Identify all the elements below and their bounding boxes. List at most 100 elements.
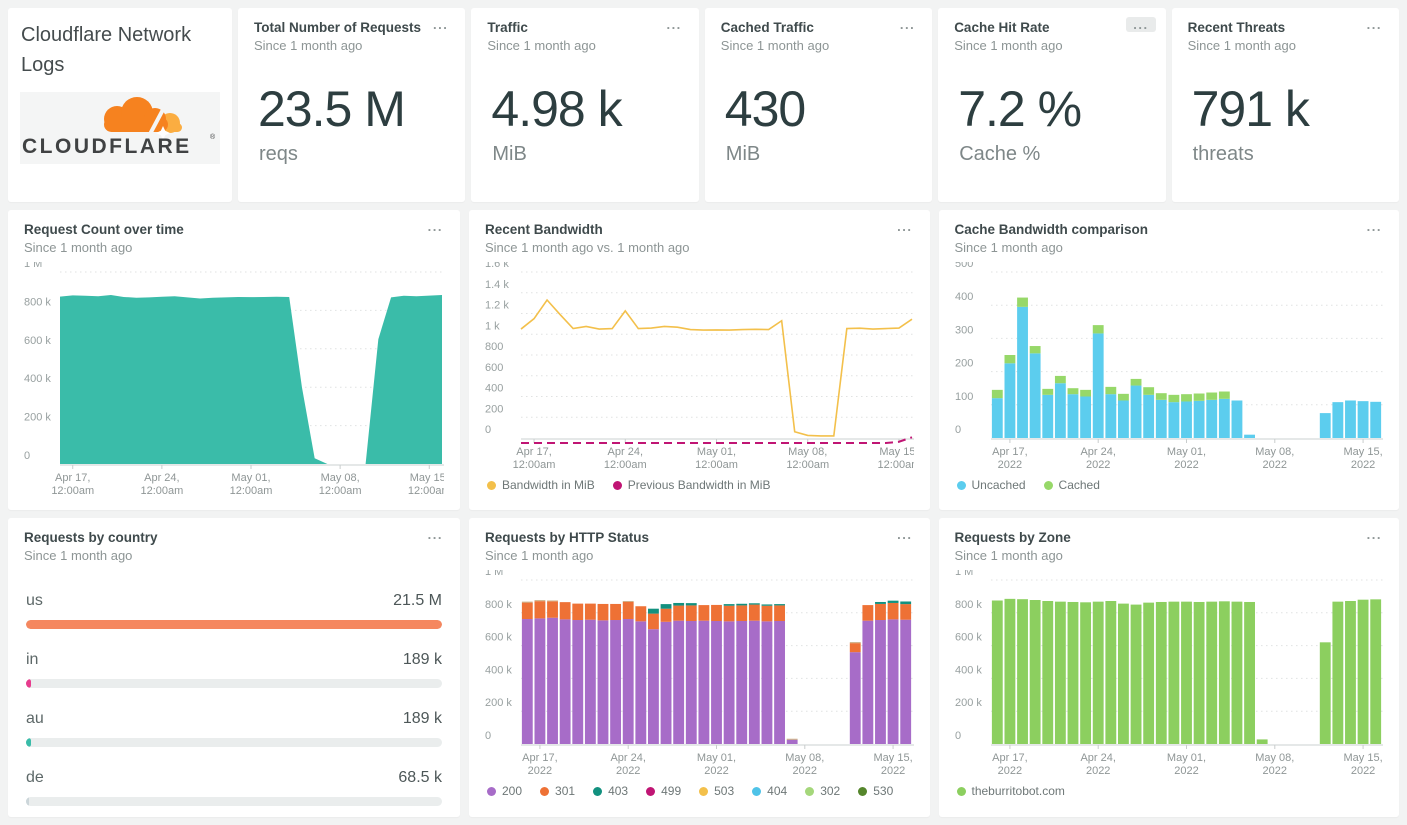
stat-row: Cloudflare Network Logs CLOUDFLARE ® Tot… — [8, 8, 1399, 202]
chart-legend: 200301403499503404302530526524 — [487, 784, 930, 817]
stat-unit: MiB — [725, 143, 761, 166]
svg-text:May 01,: May 01, — [231, 472, 270, 484]
legend-label: 200 — [502, 784, 523, 799]
stat-unit: threats — [1192, 143, 1254, 166]
card-menu-button[interactable]: ... — [893, 17, 922, 32]
svg-text:2022: 2022 — [1085, 459, 1109, 471]
legend-item[interactable]: Uncached — [956, 478, 1026, 493]
svg-text:200 k: 200 k — [955, 697, 982, 709]
stat-unit: Cache % — [959, 143, 1041, 166]
card-title: Traffic — [487, 20, 528, 35]
chart-body: 1.6 k 1.4 k 1.2 k1 k 800 600 400 200 0 Apr 17, 12… — [469, 258, 930, 474]
chart-legend: Bandwidth in MiB Previous Bandwidth in Mi… — [487, 478, 930, 492]
svg-text:Apr 24,: Apr 24, — [608, 446, 643, 458]
svg-text:400: 400 — [485, 383, 503, 395]
card-menu-button[interactable]: ... — [1360, 219, 1389, 234]
card-recent-bandwidth: Recent Bandwidth Since 1 month ago vs. 1… — [469, 210, 930, 510]
legend-item[interactable]: 403 — [593, 784, 628, 798]
legend-item[interactable]: Bandwidth in MiB — [487, 478, 595, 492]
request-count-area-chart[interactable]: 1 M800 k600 k400 k200 k0Apr 17,12:00amAp… — [24, 262, 444, 500]
svg-text:2022: 2022 — [1174, 765, 1198, 777]
card-title: Requests by HTTP Status — [485, 530, 650, 545]
legend-dot — [956, 786, 966, 796]
stat-value: 430 — [724, 81, 806, 138]
legend-item[interactable]: theburritobot.com — [956, 784, 1065, 799]
svg-text:12:00am: 12:00am — [878, 459, 914, 471]
country-row-de: de 68.5 k — [26, 769, 442, 807]
card-menu-button[interactable]: ... — [426, 17, 455, 32]
country-bar-track — [26, 738, 442, 748]
legend-item[interactable]: 499 — [646, 784, 681, 798]
svg-text:12:00am: 12:00am — [513, 459, 556, 471]
legend-dot — [956, 480, 966, 490]
svg-text:200: 200 — [955, 358, 973, 370]
http-status-stacked-bar-chart[interactable]: 1 M800 k600 k400 k200 k0Apr 17,2022Apr 2… — [485, 570, 914, 780]
cloud-shape — [104, 97, 182, 140]
card-menu-button[interactable]: ... — [890, 219, 919, 234]
svg-text:800 k: 800 k — [24, 296, 51, 308]
card-menu-button[interactable]: ... — [1360, 17, 1389, 32]
svg-text:2022: 2022 — [1262, 459, 1286, 471]
card-requests-by-http-status: Requests by HTTP Status Since 1 month ag… — [469, 518, 930, 817]
card-subtitle: Since 1 month ago — [24, 548, 133, 564]
legend-item[interactable]: 530 — [858, 784, 893, 798]
card-cache-hit-rate: Cache Hit Rate Since 1 month ago ... 7.2… — [938, 8, 1166, 202]
svg-text:12:00am: 12:00am — [140, 485, 183, 497]
legend-dot — [646, 786, 656, 796]
card-menu-button[interactable]: ... — [1360, 527, 1389, 542]
dashboard-title: Cloudflare Network Logs — [21, 20, 232, 80]
svg-text:12:00am: 12:00am — [695, 459, 738, 471]
stat-unit: reqs — [259, 143, 298, 166]
svg-text:Apr 17,: Apr 17, — [55, 472, 90, 484]
cloudflare-logo-icon: CLOUDFLARE ® — [22, 97, 216, 158]
legend-label: theburritobot.com — [971, 784, 1065, 799]
legend-item[interactable]: 302 — [805, 784, 840, 798]
chart-row-2: Requests by country Since 1 month ago ..… — [8, 518, 1399, 817]
svg-text:May 15,: May 15, — [1343, 446, 1382, 458]
legend-item[interactable]: 404 — [752, 784, 787, 798]
card-brand: Cloudflare Network Logs CLOUDFLARE ® — [8, 8, 232, 202]
zone-bar-chart[interactable]: 1 M800 k600 k400 k200 k0Apr 17,2022Apr 2… — [955, 570, 1384, 780]
country-value: 68.5 k — [398, 769, 442, 787]
chart-body: 1 M 800 k 600 k 400 k 200 k 0 Apr 17, 2022 Apr 2… — [939, 566, 1400, 780]
card-title: Total Number of Requests — [254, 20, 422, 35]
card-header: Total Number of Requests Since 1 month a… — [238, 8, 465, 56]
card-header: Request Count over time Since 1 month ag… — [8, 210, 460, 258]
card-menu-button[interactable]: ... — [890, 527, 919, 542]
svg-text:May 08,: May 08, — [321, 472, 360, 484]
card-recent-threats: Recent Threats Since 1 month ago ... 791… — [1171, 8, 1399, 202]
country-bar-track — [26, 620, 442, 630]
card-header: Cached Traffic Since 1 month ago — [705, 8, 932, 56]
card-title: Recent Bandwidth — [485, 222, 603, 237]
card-subtitle: Since 1 month ago — [954, 240, 1063, 256]
card-cached-traffic: Cached Traffic Since 1 month ago ... 430… — [704, 8, 933, 202]
svg-text:300: 300 — [955, 324, 973, 336]
card-title: Recent Threats — [1187, 20, 1286, 35]
legend-item[interactable]: 200 — [487, 784, 522, 798]
legend-item[interactable]: 503 — [699, 784, 734, 798]
country-bar-track — [26, 797, 442, 807]
svg-text:500: 500 — [955, 262, 973, 270]
card-subtitle: Since 1 month ago — [720, 38, 830, 54]
svg-text:May 01,: May 01, — [697, 446, 736, 458]
legend-item[interactable]: Previous Bandwidth in MiB — [612, 478, 770, 492]
svg-text:May 01,: May 01, — [1166, 446, 1205, 458]
legend-label: 403 — [608, 784, 629, 799]
card-subtitle: Since 1 month ago — [485, 548, 594, 564]
legend-label: 404 — [767, 784, 788, 799]
card-menu-button[interactable]: ... — [421, 219, 450, 234]
card-menu-button[interactable]: ... — [421, 527, 450, 542]
stat-value: 791 k — [1191, 81, 1310, 138]
card-menu-button[interactable]: ... — [1126, 17, 1156, 32]
recent-bandwidth-line-chart[interactable]: 1.6 k1.4 k1.2 k1 k8006004002000Apr 17,12… — [485, 262, 914, 474]
svg-text:2022: 2022 — [528, 765, 552, 777]
legend-item[interactable]: 301 — [540, 784, 575, 798]
card-menu-button[interactable]: ... — [659, 17, 688, 32]
svg-text:400 k: 400 k — [485, 664, 512, 676]
legend-item[interactable]: Cached — [1043, 478, 1100, 492]
card-header: Recent Bandwidth Since 1 month ago vs. 1… — [469, 210, 930, 258]
cache-bandwidth-bar-chart[interactable]: 5004003002001000Apr 17,2022Apr 24,2022Ma… — [955, 262, 1384, 474]
legend-label: Uncached — [971, 478, 1026, 493]
svg-text:Apr 17,: Apr 17, — [516, 446, 551, 458]
svg-text:100: 100 — [955, 391, 973, 403]
